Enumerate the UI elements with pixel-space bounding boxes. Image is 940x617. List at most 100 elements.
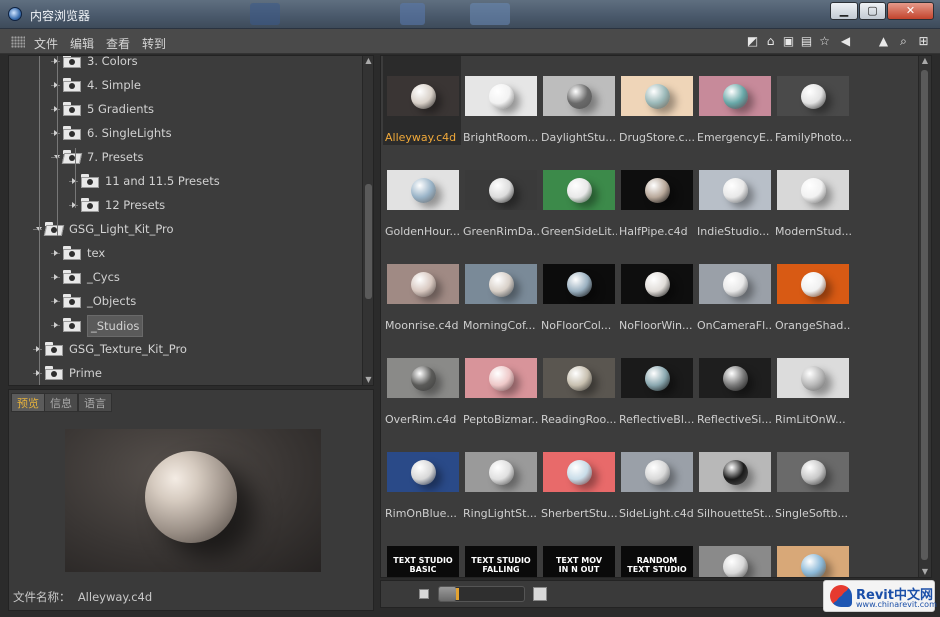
home-icon[interactable]: ⌂ [763, 34, 778, 49]
zoom-out-icon[interactable] [419, 589, 429, 599]
thumbnail-item[interactable]: SingleSoftb... [773, 431, 851, 521]
thumbnail-item[interactable]: RANDOM TEXT STUDIO [617, 525, 695, 577]
tree-scrollbar[interactable]: ▲ ▼ [362, 56, 373, 385]
tree-item[interactable]: GSG_Light_Kit_Pro [9, 219, 359, 239]
thumbnail-item[interactable]: OverRim.c4d [383, 337, 461, 427]
collapsed-arrow-icon[interactable] [54, 274, 58, 280]
grip-icon[interactable] [11, 36, 25, 48]
thumbnail-image [543, 76, 615, 116]
scroll-down-icon[interactable]: ▼ [363, 375, 373, 385]
thumbnail-item[interactable]: TEXT MOV IN N OUT [539, 525, 617, 577]
thumbnail-text-art: TEXT STUDIO BASIC [393, 556, 453, 574]
zoom-in-icon[interactable] [533, 587, 547, 601]
preview-panel: 预览 信息 语言 文件名称： Alleyway.c4d [8, 389, 374, 611]
thumbnail-image [621, 358, 693, 398]
thumbnail-item[interactable]: DrugStore.c... [617, 56, 695, 145]
menu-view[interactable]: 查看 [106, 35, 130, 52]
tree-item[interactable]: _Studios [9, 315, 359, 337]
thumbnail-item[interactable]: Moonrise.c4d [383, 243, 461, 333]
thumbnail-item[interactable]: GreenSideLit... [539, 149, 617, 239]
thumbnail-image [387, 264, 459, 304]
thumbnail-item[interactable]: OrangeShad... [773, 243, 851, 333]
tree-item[interactable]: _Objects [9, 291, 359, 311]
minimize-button[interactable]: ▁ [830, 2, 858, 20]
thumbnail-item[interactable]: NoFloorCol... [539, 243, 617, 333]
lock-icon[interactable]: ▣ [781, 34, 796, 49]
tree-item[interactable]: 11 and 11.5 Presets [9, 171, 359, 191]
add-icon[interactable]: ⊞ [916, 34, 931, 49]
scroll-up-icon[interactable]: ▲ [919, 56, 931, 66]
sphere-preview [567, 178, 592, 203]
thumbnail-item[interactable]: GoldenHour... [383, 149, 461, 239]
thumbnail-item[interactable]: GreenRimDa... [461, 149, 539, 239]
menu-file[interactable]: 文件 [34, 35, 58, 52]
thumbnail-item[interactable]: FamilyPhoto... [773, 56, 851, 145]
thumbnail-item[interactable]: PeptoBizmar... [461, 337, 539, 427]
tree-item[interactable]: _Cycs [9, 267, 359, 287]
thumbnail-item[interactable]: EmergencyE... [695, 56, 773, 145]
thumbnail-item[interactable]: NoFloorWin... [617, 243, 695, 333]
thumbnail-item[interactable]: Alleyway.c4d [383, 56, 461, 145]
thumbnail-item[interactable]: ReflectiveSi... [695, 337, 773, 427]
thumbnail-item[interactable] [773, 525, 851, 577]
tree-item[interactable]: 3. Colors [9, 56, 359, 71]
tab-preview[interactable]: 预览 [11, 393, 45, 412]
tree-item[interactable]: Prime [9, 363, 359, 383]
menu-goto[interactable]: 转到 [142, 35, 166, 52]
thumbnail-item[interactable]: DaylightStu... [539, 56, 617, 145]
thumbnail-item[interactable]: ReadingRoo... [539, 337, 617, 427]
tree-item[interactable]: 6. SingleLights [9, 123, 359, 143]
thumbnail-item[interactable]: SherbertStu... [539, 431, 617, 521]
tree-item[interactable]: 7. Presets [9, 147, 359, 167]
folder-open-icon [61, 150, 83, 164]
frame-icon[interactable]: ◩ [745, 34, 760, 49]
tab-language[interactable]: 语言 [78, 393, 112, 412]
collapsed-arrow-icon[interactable] [54, 322, 58, 328]
close-button[interactable]: ✕ [887, 2, 934, 20]
thumbnail-item[interactable]: TEXT STUDIO FALLING [461, 525, 539, 577]
thumbnail-item[interactable]: ReflectiveBl... [617, 337, 695, 427]
book-icon[interactable]: ▤ [799, 34, 814, 49]
tree-item[interactable]: 4. Simple [9, 75, 359, 95]
up-icon[interactable]: ▲ [876, 34, 891, 49]
thumbnail-item[interactable]: OnCameraFl... [695, 243, 773, 333]
tree-item[interactable]: 12 Presets [9, 195, 359, 215]
menu-edit[interactable]: 编辑 [70, 35, 94, 52]
thumbnail-item[interactable] [695, 525, 773, 577]
thumbnail-image: TEXT STUDIO BASIC [387, 546, 459, 577]
tab-info[interactable]: 信息 [44, 393, 78, 412]
thumbnail-item[interactable]: RimOnBlue... [383, 431, 461, 521]
back-icon[interactable]: ◀ [838, 34, 853, 49]
thumbnail-item[interactable]: SilhouetteSt... [695, 431, 773, 521]
tree-item[interactable]: 5 Gradients [9, 99, 359, 119]
thumbnail-item[interactable]: HalfPipe.c4d [617, 149, 695, 239]
thumbnail-item[interactable]: RingLightSt... [461, 431, 539, 521]
tree-scroll-thumb[interactable] [365, 184, 372, 299]
thumbnail-item[interactable]: IndieStudio... [695, 149, 773, 239]
scroll-up-icon[interactable]: ▲ [363, 56, 373, 66]
search-icon[interactable]: ⌕ [896, 34, 911, 49]
grid-scroll-thumb[interactable] [921, 70, 928, 560]
collapsed-arrow-icon[interactable] [54, 298, 58, 304]
grid-scrollbar[interactable]: ▲ ▼ [918, 56, 931, 577]
thumbnail-item[interactable]: BrightRoom... [461, 56, 539, 145]
thumbnail-image [465, 452, 537, 492]
sphere-preview [723, 272, 748, 297]
sphere-preview [411, 366, 436, 391]
tree-item[interactable]: tex [9, 243, 359, 263]
maximize-button[interactable]: ▢ [859, 2, 886, 20]
tree-item[interactable]: GSG_Texture_Kit_Pro [9, 339, 359, 359]
collapsed-arrow-icon[interactable] [54, 250, 58, 256]
slider-knob[interactable] [456, 588, 459, 600]
thumbnail-item[interactable]: TEXT STUDIO BASIC [383, 525, 461, 577]
scroll-down-icon[interactable]: ▼ [919, 567, 931, 577]
thumbnail-item[interactable]: MorningCof... [461, 243, 539, 333]
thumbnail-image: TEXT MOV IN N OUT [543, 546, 615, 577]
thumbnail-size-slider[interactable] [438, 586, 525, 602]
star-icon[interactable]: ☆ [817, 34, 832, 49]
folder-icon [63, 294, 81, 308]
thumbnail-item[interactable]: SideLight.c4d [617, 431, 695, 521]
thumbnail-item[interactable]: RimLitOnW... [773, 337, 851, 427]
thumbnail-item[interactable]: ModernStud... [773, 149, 851, 239]
sphere-preview [645, 460, 670, 485]
